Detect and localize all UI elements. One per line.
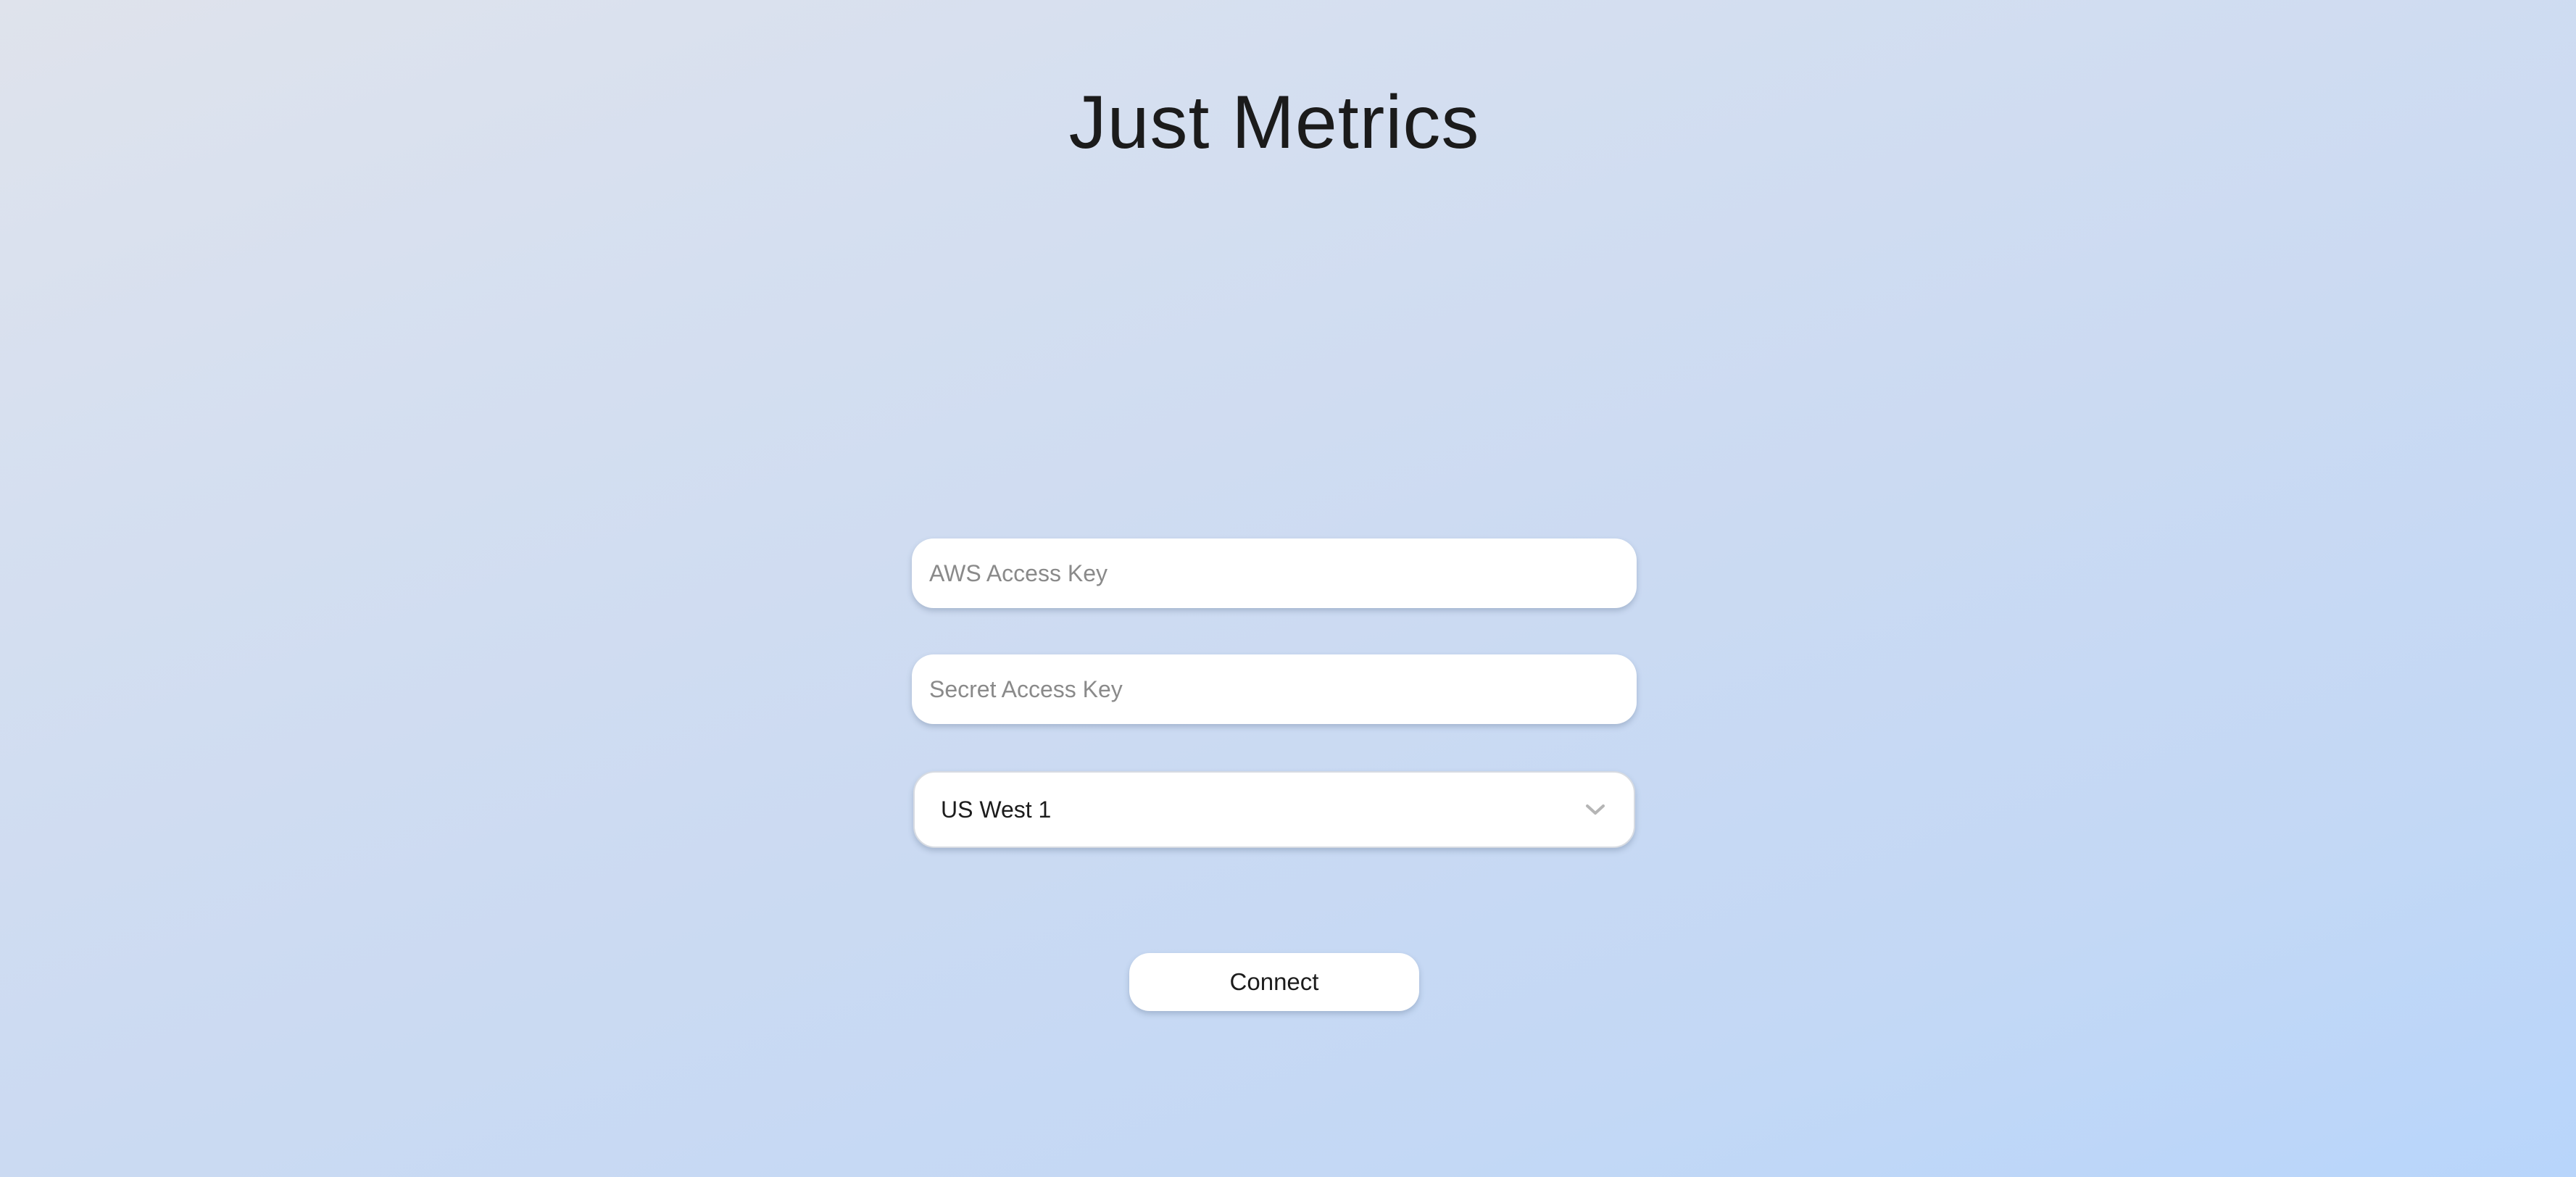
region-select[interactable]: US West 1: [913, 771, 1635, 848]
connect-button[interactable]: Connect: [1129, 953, 1419, 1011]
secret-key-field[interactable]: [912, 654, 1637, 724]
app-title: Just Metrics: [1068, 80, 1480, 165]
region-selected-value: US West 1: [941, 796, 1052, 823]
secret-key-input[interactable]: [912, 654, 1637, 724]
chevron-down-icon: [1584, 802, 1606, 817]
access-key-field[interactable]: [912, 538, 1637, 608]
access-key-input[interactable]: [912, 538, 1637, 608]
